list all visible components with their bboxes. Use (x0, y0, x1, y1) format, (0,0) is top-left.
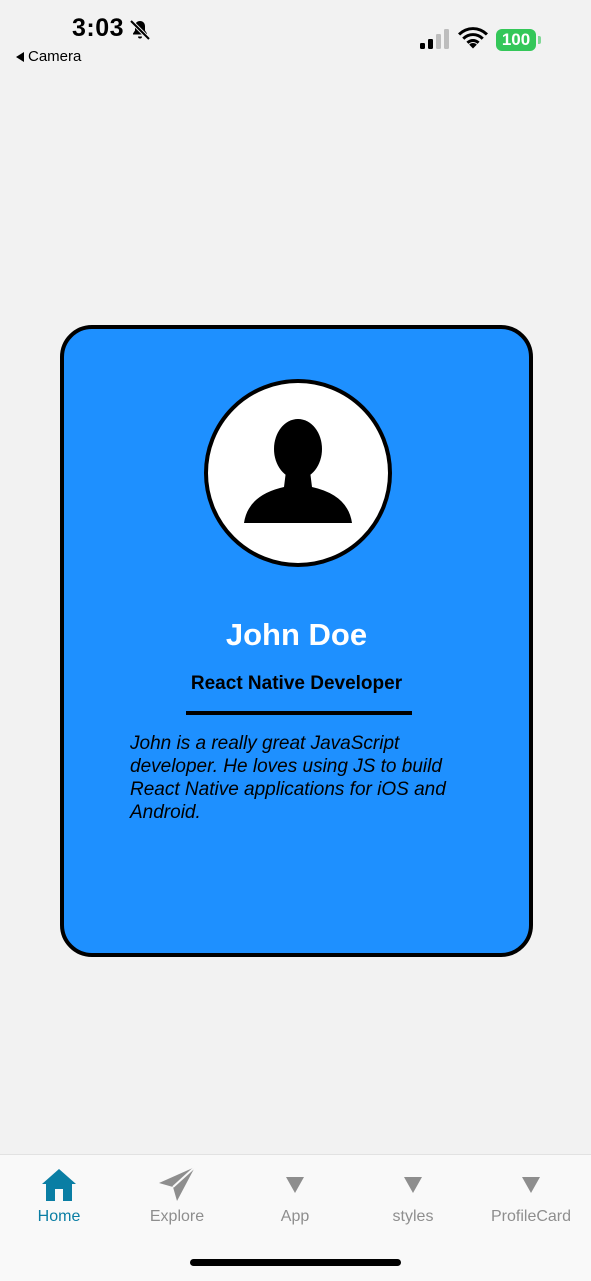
profile-role: React Native Developer (190, 673, 403, 694)
caret-down-icon (522, 1177, 540, 1193)
signal-icon (420, 29, 449, 49)
home-icon (42, 1169, 76, 1201)
status-time: 3:03 (72, 14, 125, 42)
profile-card: John Doe React Native Developer John is … (60, 325, 533, 957)
profile-name: John Doe (225, 617, 368, 652)
tab-label-profilecard: ProfileCard (490, 1208, 572, 1225)
back-to-camera-link[interactable]: Camera (16, 48, 81, 65)
tab-explore[interactable]: Explore (118, 1155, 236, 1235)
tab-home[interactable]: Home (0, 1155, 118, 1235)
back-label: Camera (28, 48, 82, 65)
caret-down-icon (286, 1177, 304, 1193)
tab-label-home: Home (37, 1208, 81, 1225)
avatar (204, 379, 392, 567)
person-silhouette-icon (244, 419, 352, 523)
back-arrow-icon (16, 51, 24, 62)
status-bar: 3:03 Camera 100 (0, 0, 591, 70)
tab-label-app: App (280, 1208, 310, 1225)
tab-app[interactable]: App (236, 1155, 354, 1235)
tab-label-styles: styles (392, 1208, 434, 1225)
paper-plane-icon (159, 1166, 196, 1201)
tab-profilecard[interactable]: ProfileCard (472, 1155, 590, 1235)
battery-tip (538, 36, 541, 44)
bell-slash-icon (129, 19, 151, 41)
battery-indicator: 100 (496, 29, 542, 51)
tab-label-explore: Explore (149, 1208, 205, 1225)
wifi-icon (458, 27, 488, 49)
home-indicator[interactable] (190, 1259, 401, 1266)
profile-bio: John is a really great JavaScript develo… (130, 733, 446, 823)
battery-level: 100 (496, 29, 536, 51)
tab-styles[interactable]: styles (354, 1155, 472, 1235)
caret-down-icon (404, 1177, 422, 1193)
divider (186, 711, 412, 715)
